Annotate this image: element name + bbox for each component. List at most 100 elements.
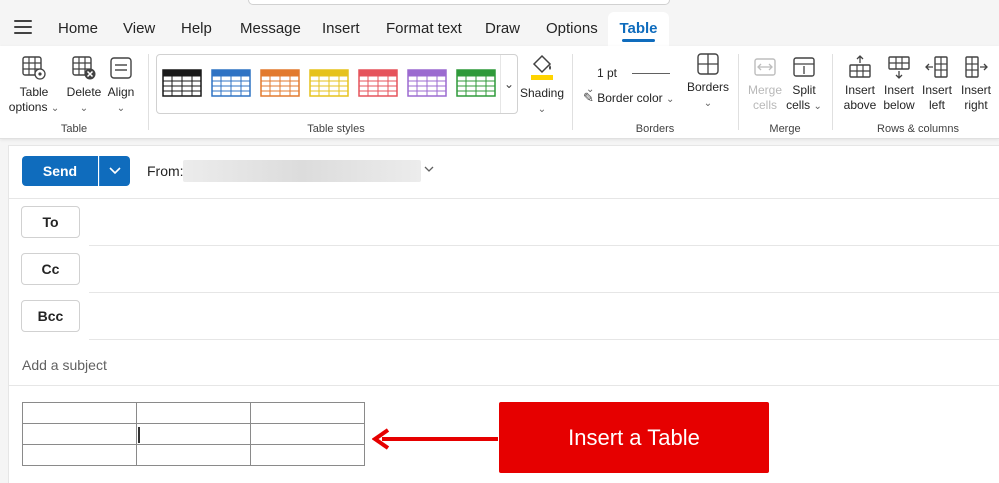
border-color-dropdown[interactable]: ✎ Border color ⌄ bbox=[583, 90, 683, 107]
bcc-field[interactable] bbox=[89, 300, 999, 330]
table-cell[interactable] bbox=[136, 402, 251, 424]
align-icon bbox=[110, 57, 132, 79]
insert-right-icon bbox=[965, 56, 988, 78]
tab-message[interactable]: Message bbox=[240, 12, 301, 46]
tab-format-text[interactable]: Format text bbox=[386, 12, 462, 46]
insert-above-button[interactable]: Insert above bbox=[842, 55, 878, 113]
table-delete-icon bbox=[72, 56, 96, 80]
chevron-down-icon: ⌄ bbox=[703, 98, 713, 109]
compose-pane: Send From: To Cc Bcc Add a subject Inser… bbox=[8, 145, 999, 483]
table-options-label-1: Table bbox=[19, 85, 49, 99]
insert-below-icon bbox=[888, 56, 910, 79]
tab-insert[interactable]: Insert bbox=[322, 12, 360, 46]
table-cell[interactable] bbox=[250, 402, 365, 424]
hamburger-menu-icon[interactable] bbox=[14, 20, 32, 34]
borders-group-label: Borders bbox=[635, 123, 675, 135]
to-field[interactable] bbox=[89, 206, 999, 236]
insert-right-label-1: Insert bbox=[960, 83, 991, 97]
ribbon: Table options ⌄ Delete ⌄ Align ⌄ Table ⌄… bbox=[0, 46, 999, 139]
tab-table[interactable]: Table bbox=[608, 12, 669, 46]
pen-icon: ✎ bbox=[583, 90, 594, 105]
send-button[interactable]: Send bbox=[22, 156, 98, 186]
insert-below-button[interactable]: Insert below bbox=[881, 55, 917, 113]
table-options-button[interactable]: Table options ⌄ bbox=[6, 55, 62, 116]
tabs-bar: Home View Help Message Insert Format tex… bbox=[0, 0, 999, 46]
split-cells-label-1: Split bbox=[792, 83, 816, 97]
borders-label: Borders bbox=[686, 80, 730, 94]
insert-right-button[interactable]: Insert right bbox=[958, 55, 994, 113]
insert-left-icon bbox=[925, 56, 948, 78]
shading-button[interactable]: Shading ⌄ bbox=[518, 52, 566, 117]
borders-icon bbox=[697, 53, 719, 75]
table-styles-gallery: ⌄ bbox=[156, 54, 518, 114]
merge-cells-button[interactable]: Merge cells bbox=[746, 55, 784, 113]
align-label: Align bbox=[107, 85, 135, 99]
table-style-swatch[interactable] bbox=[260, 69, 300, 97]
table-style-swatch[interactable] bbox=[456, 69, 496, 97]
cc-field[interactable] bbox=[89, 253, 999, 283]
tab-draw[interactable]: Draw bbox=[485, 12, 520, 46]
chevron-down-icon: ⌄ bbox=[665, 94, 675, 105]
table-style-swatch[interactable] bbox=[211, 69, 251, 97]
split-cells-icon bbox=[793, 57, 815, 77]
table-row bbox=[22, 444, 365, 466]
chevron-down-icon[interactable] bbox=[423, 164, 435, 174]
insert-above-label-1: Insert bbox=[844, 83, 875, 97]
table-cell[interactable] bbox=[250, 444, 365, 466]
chevron-down-icon: ⌄ bbox=[116, 103, 126, 114]
merge-cells-label-1: Merge bbox=[747, 83, 782, 97]
border-color-label: Border color bbox=[597, 91, 663, 105]
insert-below-label-1: Insert bbox=[883, 83, 914, 97]
cc-button[interactable]: Cc bbox=[21, 253, 80, 285]
send-options-button[interactable] bbox=[99, 156, 130, 186]
table-style-swatch[interactable] bbox=[162, 69, 202, 97]
table-style-swatch[interactable] bbox=[358, 69, 398, 97]
chevron-down-icon: ⌄ bbox=[79, 103, 89, 114]
from-account-redacted[interactable] bbox=[183, 160, 421, 182]
subject-input[interactable]: Add a subject bbox=[22, 357, 107, 373]
delete-table-button[interactable]: Delete ⌄ bbox=[66, 55, 102, 116]
chevron-down-icon bbox=[109, 167, 121, 175]
insert-left-button[interactable]: Insert left bbox=[920, 55, 954, 113]
tab-home[interactable]: Home bbox=[58, 12, 98, 46]
chevron-down-icon: ⌄ bbox=[813, 101, 822, 112]
insert-left-label-2: left bbox=[928, 98, 945, 112]
merge-cells-icon bbox=[754, 58, 776, 76]
search-box-edge[interactable] bbox=[248, 0, 670, 5]
inserted-table[interactable] bbox=[22, 402, 365, 466]
merge-cells-label-2: cells bbox=[752, 98, 777, 112]
table-styles-group-label: Table styles bbox=[307, 123, 365, 135]
bcc-button[interactable]: Bcc bbox=[21, 300, 80, 332]
divider bbox=[738, 54, 739, 130]
annotation-callout: Insert a Table bbox=[499, 402, 769, 473]
tab-options[interactable]: Options bbox=[546, 12, 598, 46]
divider bbox=[9, 198, 999, 199]
text-cursor bbox=[138, 427, 140, 443]
tab-view[interactable]: View bbox=[123, 12, 155, 46]
divider bbox=[832, 54, 833, 130]
table-cell[interactable] bbox=[22, 423, 137, 445]
align-button[interactable]: Align ⌄ bbox=[106, 55, 136, 116]
table-gear-icon bbox=[22, 56, 46, 80]
tab-help[interactable]: Help bbox=[181, 12, 212, 46]
table-style-swatch[interactable] bbox=[407, 69, 447, 97]
rows-columns-group-label: Rows & columns bbox=[877, 123, 959, 135]
table-cell[interactable] bbox=[250, 423, 365, 445]
split-cells-button[interactable]: Split cells ⌄ bbox=[784, 55, 824, 114]
divider bbox=[572, 54, 573, 130]
table-row bbox=[22, 423, 365, 445]
table-cell[interactable] bbox=[22, 402, 137, 424]
insert-right-label-2: right bbox=[964, 98, 988, 112]
table-cell[interactable] bbox=[136, 423, 251, 445]
divider bbox=[89, 245, 999, 246]
table-cell[interactable] bbox=[136, 444, 251, 466]
borders-button[interactable]: Borders ⌄ bbox=[686, 52, 730, 111]
gallery-more-icon[interactable]: ⌄ bbox=[500, 55, 517, 113]
to-button[interactable]: To bbox=[21, 206, 80, 238]
insert-left-label-1: Insert bbox=[921, 83, 952, 97]
line-sample bbox=[632, 73, 671, 75]
table-cell[interactable] bbox=[22, 444, 137, 466]
table-style-swatch[interactable] bbox=[309, 69, 349, 97]
merge-group-label: Merge bbox=[769, 123, 801, 135]
chevron-down-icon: ⌄ bbox=[537, 104, 547, 115]
